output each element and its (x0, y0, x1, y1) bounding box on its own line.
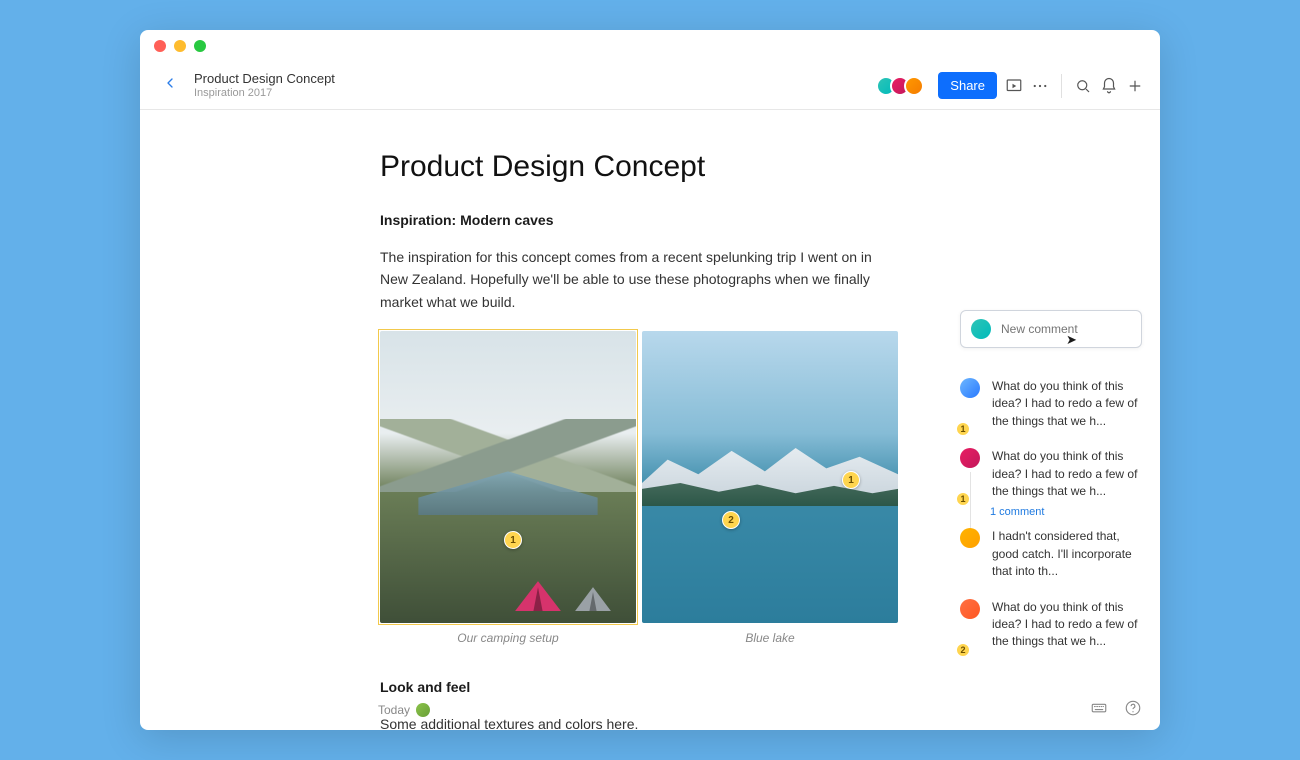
add-button[interactable] (1126, 77, 1144, 95)
section-heading: Look and feel (380, 679, 900, 695)
image-caption: Our camping setup (380, 631, 636, 645)
comment-list: 1 What do you think of this idea? I had … (960, 378, 1142, 651)
present-icon (1005, 77, 1023, 95)
avatar (960, 378, 980, 398)
share-button[interactable]: Share (938, 72, 997, 99)
window-close-button[interactable] (154, 40, 166, 52)
notification-button[interactable] (1100, 77, 1118, 95)
search-button[interactable] (1074, 77, 1092, 95)
page-title: Product Design Concept (380, 150, 900, 184)
comment-pin[interactable]: 1 (842, 471, 860, 489)
footer-bar: Today (140, 699, 1160, 720)
comment-text: What do you think of this idea? I had to… (992, 599, 1142, 651)
image-selected[interactable]: 1 (380, 331, 636, 623)
comment-item[interactable]: 1 What do you think of this idea? I had … (960, 448, 1142, 500)
new-comment-input[interactable] (1001, 322, 1156, 336)
comment-index-badge: 1 (956, 492, 970, 506)
more-horizontal-icon (1031, 77, 1049, 95)
document-body: Product Design Concept Inspiration: Mode… (380, 150, 900, 730)
mouse-cursor-icon: ➤ (1066, 332, 1077, 348)
avatar (960, 528, 980, 548)
image-blue-lake: 1 2 (642, 331, 898, 623)
collaborator-avatars[interactable] (882, 76, 924, 96)
comment-index-badge: 1 (956, 422, 970, 436)
window-minimize-button[interactable] (174, 40, 186, 52)
present-button[interactable] (1005, 77, 1023, 95)
comment-pin[interactable]: 2 (722, 511, 740, 529)
comment-text: What do you think of this idea? I had to… (992, 378, 1142, 430)
thread-line (970, 472, 971, 528)
presence-indicator[interactable]: Today (378, 703, 430, 717)
avatar (416, 703, 430, 717)
comments-panel: ➤ 1 What do you think of this idea? I ha… (960, 300, 1160, 651)
breadcrumb-title: Product Design Concept (194, 71, 335, 87)
avatar (960, 599, 980, 619)
chevron-left-icon (162, 75, 178, 91)
paragraph: The inspiration for this concept comes f… (380, 246, 900, 313)
comment-text: I hadn't considered that, good catch. I'… (992, 528, 1142, 580)
image-container[interactable]: 1 Our camping setup (380, 331, 636, 645)
image-caption: Blue lake (642, 631, 898, 645)
comment-index-badge: 2 (956, 643, 970, 657)
avatar[interactable] (904, 76, 924, 96)
image[interactable]: 1 2 (642, 331, 898, 623)
comment-item[interactable]: 1 What do you think of this idea? I had … (960, 378, 1142, 430)
tent-icon (515, 581, 561, 611)
avatar (960, 448, 980, 468)
plus-icon (1126, 77, 1144, 95)
help-button[interactable] (1124, 699, 1142, 720)
today-label: Today (378, 703, 410, 717)
toolbar: Product Design Concept Inspiration 2017 … (140, 62, 1160, 110)
comment-pin[interactable]: 1 (504, 531, 522, 549)
toolbar-right: Share (882, 72, 1144, 99)
keyboard-shortcuts-button[interactable] (1090, 699, 1108, 720)
tent-icon (575, 587, 611, 611)
new-comment-box[interactable]: ➤ (960, 310, 1142, 348)
image-row: 1 Our camping setup 1 2 Blue lake (380, 331, 900, 645)
window-zoom-button[interactable] (194, 40, 206, 52)
app-window: Product Design Concept Inspiration 2017 … (140, 30, 1160, 730)
help-icon (1124, 699, 1142, 717)
content-area: Product Design Concept Inspiration: Mode… (140, 110, 1160, 730)
comment-text: What do you think of this idea? I had to… (992, 448, 1142, 500)
breadcrumb[interactable]: Product Design Concept Inspiration 2017 (194, 71, 335, 101)
breadcrumb-subtitle: Inspiration 2017 (194, 87, 335, 101)
bell-icon (1100, 77, 1118, 95)
avatar (971, 319, 991, 339)
section-heading: Inspiration: Modern caves (380, 212, 900, 228)
comment-item[interactable]: 2 What do you think of this idea? I had … (960, 599, 1142, 651)
comment-reply-item[interactable]: I hadn't considered that, good catch. I'… (960, 528, 1142, 580)
titlebar (140, 30, 1160, 62)
more-button[interactable] (1031, 77, 1049, 95)
back-button[interactable] (156, 69, 184, 102)
image-container[interactable]: 1 2 Blue lake (642, 331, 898, 645)
image-camping: 1 (380, 331, 636, 623)
comment-thread: 1 What do you think of this idea? I had … (960, 448, 1142, 580)
reply-count-link[interactable]: 1 comment (990, 506, 1142, 518)
toolbar-divider (1061, 74, 1062, 98)
keyboard-icon (1090, 699, 1108, 717)
search-icon (1074, 77, 1092, 95)
